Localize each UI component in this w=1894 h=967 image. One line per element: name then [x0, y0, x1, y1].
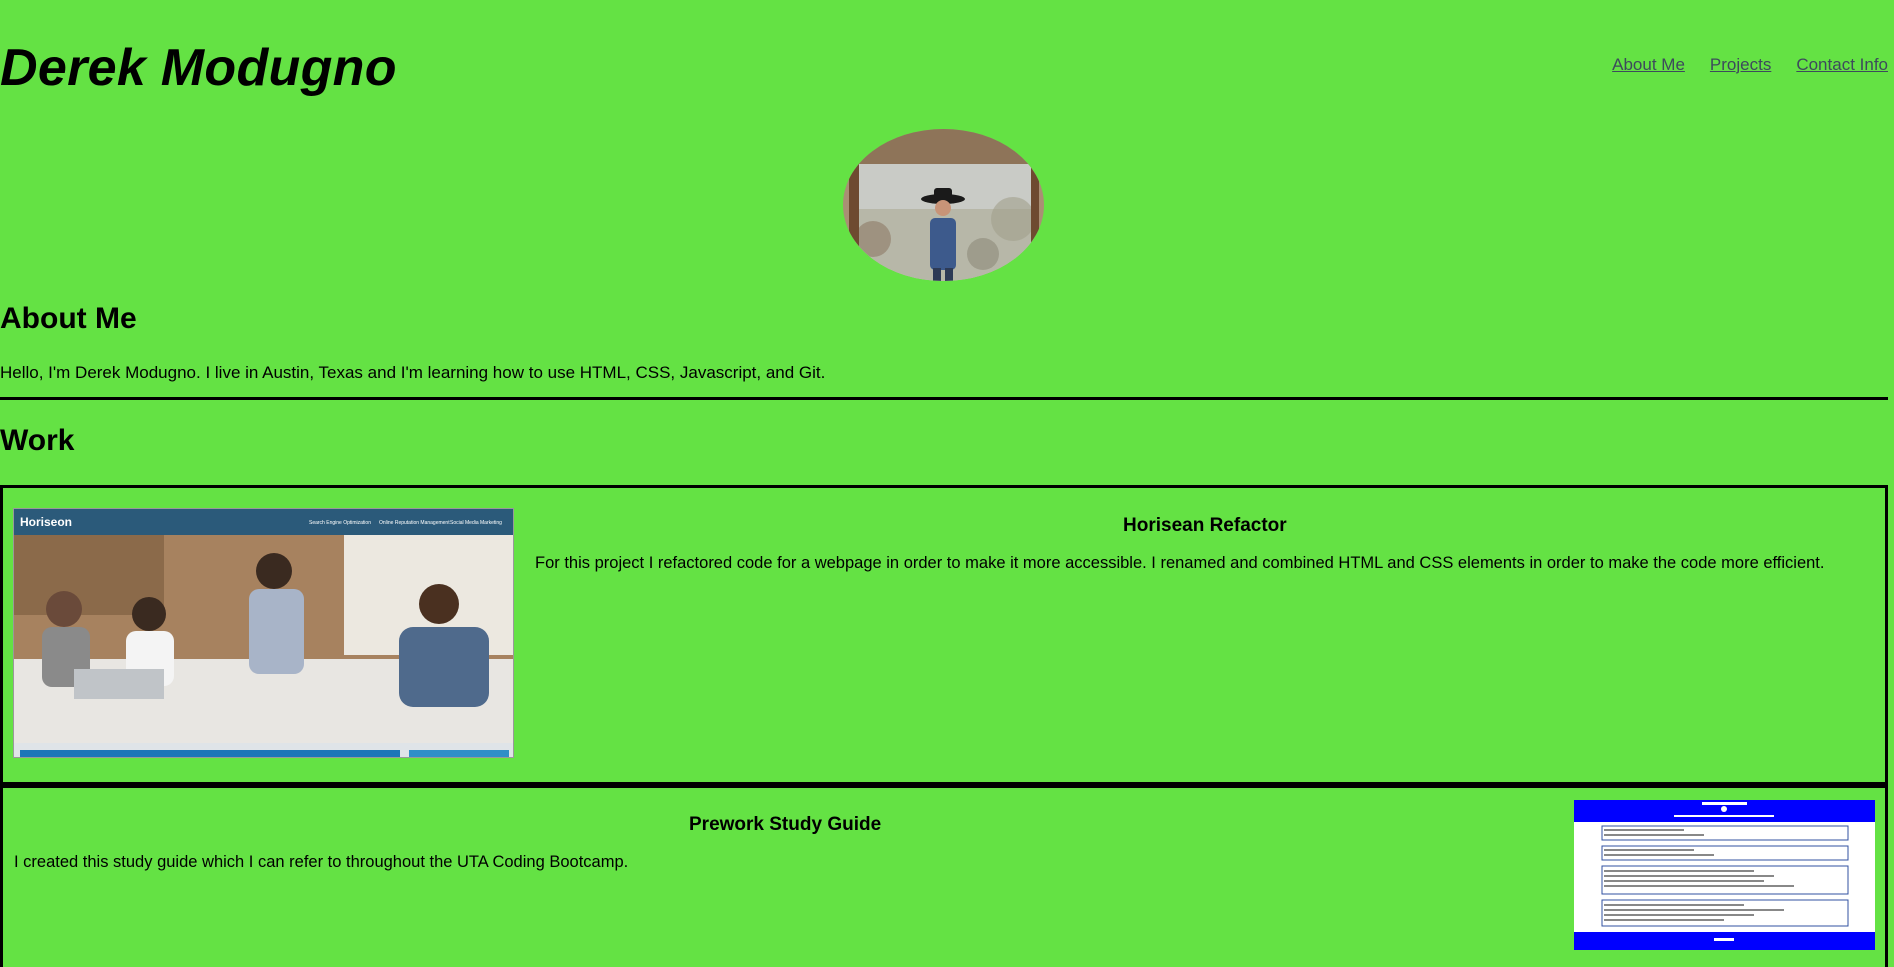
project-card-horisean[interactable]: Horiseon Search Engine Optimization Onli…: [0, 485, 1888, 785]
nav-projects[interactable]: Projects: [1710, 55, 1771, 75]
main-nav: About Me Projects Contact Info: [1612, 55, 1888, 75]
about-heading: About Me: [0, 302, 137, 335]
nav-about-me[interactable]: About Me: [1612, 55, 1685, 75]
horiseon-nav-smm: Social Media Marketing: [450, 520, 502, 526]
profile-photo: [843, 129, 1044, 281]
horiseon-nav-orm: Online Reputation Management: [379, 520, 450, 526]
site-title: Derek Modugno: [0, 39, 397, 97]
horisean-screenshot[interactable]: Horiseon Search Engine Optimization Onli…: [13, 508, 514, 758]
section-divider: [0, 397, 1888, 400]
horisean-description: For this project I refactored code for a…: [535, 554, 1825, 572]
horisean-title: Horisean Refactor: [1123, 515, 1287, 536]
project-card-study-guide[interactable]: Prework Study Guide I created this study…: [0, 785, 1888, 967]
work-heading: Work: [0, 424, 75, 457]
horiseon-nav-seo: Search Engine Optimization: [309, 520, 371, 526]
horiseon-brand: Horiseon: [20, 515, 72, 529]
study-guide-title: Prework Study Guide: [689, 814, 882, 835]
nav-contact-info[interactable]: Contact Info: [1796, 55, 1888, 75]
study-guide-description: I created this study guide which I can r…: [14, 853, 629, 871]
about-text: Hello, I'm Derek Modugno. I live in Aust…: [0, 363, 826, 382]
site-header: Derek Modugno About Me Projects Contact …: [0, 0, 1888, 130]
study-guide-screenshot[interactable]: [1574, 800, 1875, 950]
